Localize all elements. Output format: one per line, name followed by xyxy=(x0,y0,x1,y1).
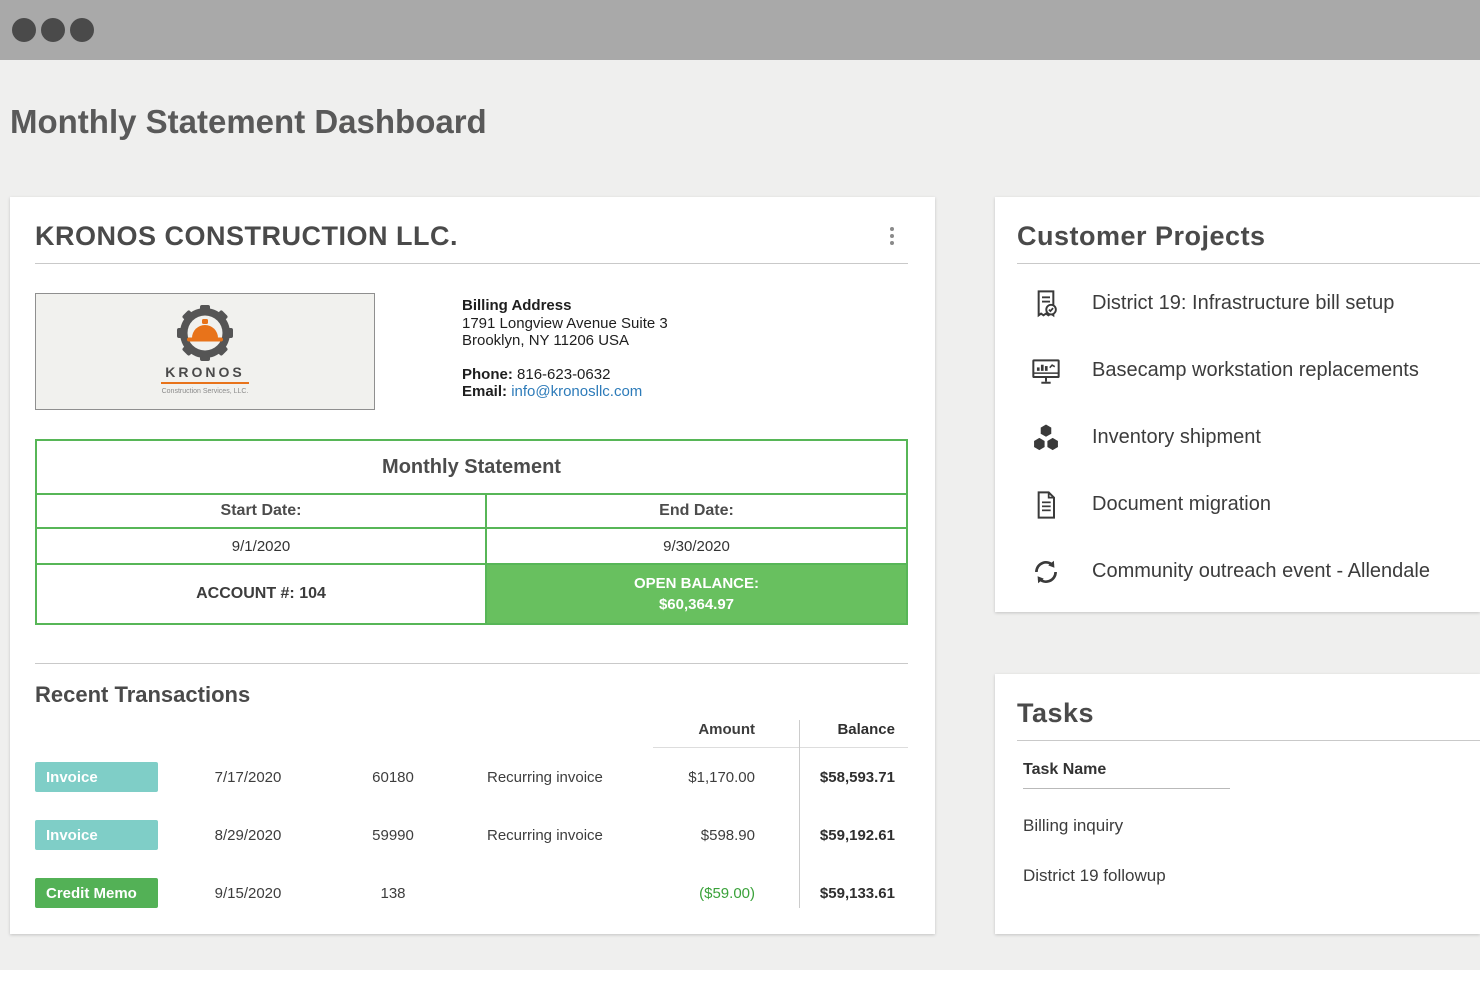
billing-phone-row: Phone: 816-623-0632 xyxy=(462,366,668,384)
company-info-row: KRONOS Construction Services, LLC. Billi… xyxy=(35,293,908,410)
company-logo: KRONOS Construction Services, LLC. xyxy=(35,293,375,410)
task-name-column-header: Task Name xyxy=(1023,761,1230,789)
transactions-table: Amount Balance Invoice 7/17/2020 60180 R… xyxy=(35,712,908,922)
transaction-type-badge: Invoice xyxy=(35,820,158,850)
project-label: Basecamp workstation replacements xyxy=(1092,359,1419,382)
projects-list: District 19: Infrastructure bill setup B… xyxy=(1017,270,1480,605)
amount-column-header: Amount xyxy=(653,712,755,748)
window-titlebar xyxy=(0,0,1480,60)
transaction-number: 60180 xyxy=(333,769,453,786)
projects-card-title: Customer Projects xyxy=(1017,221,1480,251)
app-window: Monthly Statement Dashboard KRONOS CONST… xyxy=(0,0,1480,987)
start-date-value: 9/1/2020 xyxy=(37,529,487,565)
tasks-card: Tasks Task Name Status Billing inquiry D… xyxy=(995,674,1480,934)
open-balance-label: OPEN BALANCE: xyxy=(634,575,759,592)
end-date-value: 9/30/2020 xyxy=(487,529,906,565)
task-row[interactable]: District 19 followup xyxy=(1017,851,1480,901)
project-list-item[interactable]: Document migration xyxy=(1017,471,1480,538)
transaction-row[interactable]: Credit Memo 9/15/2020 138 ($59.00) $59,1… xyxy=(35,864,908,922)
transaction-date: 9/15/2020 xyxy=(163,885,333,902)
transaction-type-badge: Credit Memo xyxy=(35,878,158,908)
company-name: KRONOS CONSTRUCTION LLC. xyxy=(35,221,458,251)
balance-column-header: Balance xyxy=(755,712,908,748)
billing-address-block: Billing Address 1791 Longview Avenue Sui… xyxy=(462,293,668,410)
page-title: Monthly Statement Dashboard xyxy=(10,103,487,141)
receipt-check-icon xyxy=(1030,288,1062,320)
email-link[interactable]: info@kronosllc.com xyxy=(511,383,642,400)
tasks-list: Billing inquiry District 19 followup xyxy=(1017,801,1480,901)
billing-address-label: Billing Address xyxy=(462,297,668,315)
window-control-dot[interactable] xyxy=(70,18,94,42)
open-balance-cell: OPEN BALANCE: $60,364.97 xyxy=(487,565,906,623)
billing-email-row: Email: info@kronosllc.com xyxy=(462,383,668,401)
transaction-date: 8/29/2020 xyxy=(163,827,333,844)
billing-address-line1: 1791 Longview Avenue Suite 3 xyxy=(462,315,668,333)
statement-title: Monthly Statement xyxy=(37,441,906,495)
billing-address-line2: Brooklyn, NY 11206 USA xyxy=(462,332,668,350)
tasks-card-title: Tasks xyxy=(1017,698,1480,728)
task-row[interactable]: Billing inquiry xyxy=(1017,801,1480,851)
transaction-description: Recurring invoice xyxy=(453,827,653,844)
transaction-amount: ($59.00) xyxy=(653,885,755,902)
divider xyxy=(1017,263,1480,264)
project-list-item[interactable]: District 19: Infrastructure bill setup xyxy=(1017,270,1480,337)
workstation-icon xyxy=(1030,355,1062,387)
end-date-label: End Date: xyxy=(487,495,906,529)
task-name: Billing inquiry xyxy=(1023,816,1123,836)
transaction-row[interactable]: Invoice 8/29/2020 59990 Recurring invoic… xyxy=(35,806,908,864)
transaction-balance: $59,133.61 xyxy=(755,885,908,902)
divider xyxy=(1017,740,1480,741)
phone-value: 816-623-0632 xyxy=(517,366,610,383)
window-control-dot[interactable] xyxy=(12,18,36,42)
transaction-type-badge: Invoice xyxy=(35,762,158,792)
transactions-heading: Recent Transactions xyxy=(35,682,908,708)
project-label: District 19: Infrastructure bill setup xyxy=(1092,292,1394,315)
tasks-header-row: Task Name Status xyxy=(1017,761,1480,791)
kronos-logo-graphic: KRONOS Construction Services, LLC. xyxy=(105,299,305,405)
monthly-statement-table: Monthly Statement Start Date: End Date: … xyxy=(35,439,908,625)
project-label: Document migration xyxy=(1092,493,1271,516)
phone-label: Phone: xyxy=(462,366,513,383)
project-list-item[interactable]: Inventory shipment xyxy=(1017,404,1480,471)
project-label: Community outreach event - Allendale xyxy=(1092,560,1430,583)
open-balance-value: $60,364.97 xyxy=(659,596,734,613)
divider xyxy=(35,263,908,264)
bottom-strip xyxy=(0,970,1480,987)
document-icon xyxy=(1030,489,1062,521)
logo-subtitle: Construction Services, LLC. xyxy=(162,388,249,395)
logo-wordmark: KRONOS xyxy=(165,364,244,380)
transaction-date: 7/17/2020 xyxy=(163,769,333,786)
statement-card: KRONOS CONSTRUCTION LLC. xyxy=(10,197,935,934)
sync-icon xyxy=(1030,556,1062,588)
divider xyxy=(35,663,908,664)
transaction-amount: $1,170.00 xyxy=(653,769,755,786)
inventory-boxes-icon xyxy=(1030,422,1062,454)
task-name: District 19 followup xyxy=(1023,866,1166,886)
account-number: ACCOUNT #: 104 xyxy=(37,565,487,623)
transaction-number: 138 xyxy=(333,885,453,902)
window-control-dot[interactable] xyxy=(41,18,65,42)
transaction-number: 59990 xyxy=(333,827,453,844)
project-list-item[interactable]: Basecamp workstation replacements xyxy=(1017,337,1480,404)
statement-card-header: KRONOS CONSTRUCTION LLC. xyxy=(35,221,908,251)
transaction-amount: $598.90 xyxy=(653,827,755,844)
email-label: Email: xyxy=(462,383,507,400)
transaction-description: Recurring invoice xyxy=(453,769,653,786)
transaction-row[interactable]: Invoice 7/17/2020 60180 Recurring invoic… xyxy=(35,748,908,806)
kebab-menu-icon[interactable] xyxy=(890,227,894,245)
transaction-balance: $58,593.71 xyxy=(755,769,908,786)
start-date-label: Start Date: xyxy=(37,495,487,529)
transactions-header-row: Amount Balance xyxy=(35,712,908,748)
column-divider xyxy=(799,720,800,908)
project-label: Inventory shipment xyxy=(1092,426,1261,449)
project-list-item[interactable]: Community outreach event - Allendale xyxy=(1017,538,1480,605)
customer-projects-card: Customer Projects District 19: Infrastru… xyxy=(995,197,1480,612)
transaction-balance: $59,192.61 xyxy=(755,827,908,844)
